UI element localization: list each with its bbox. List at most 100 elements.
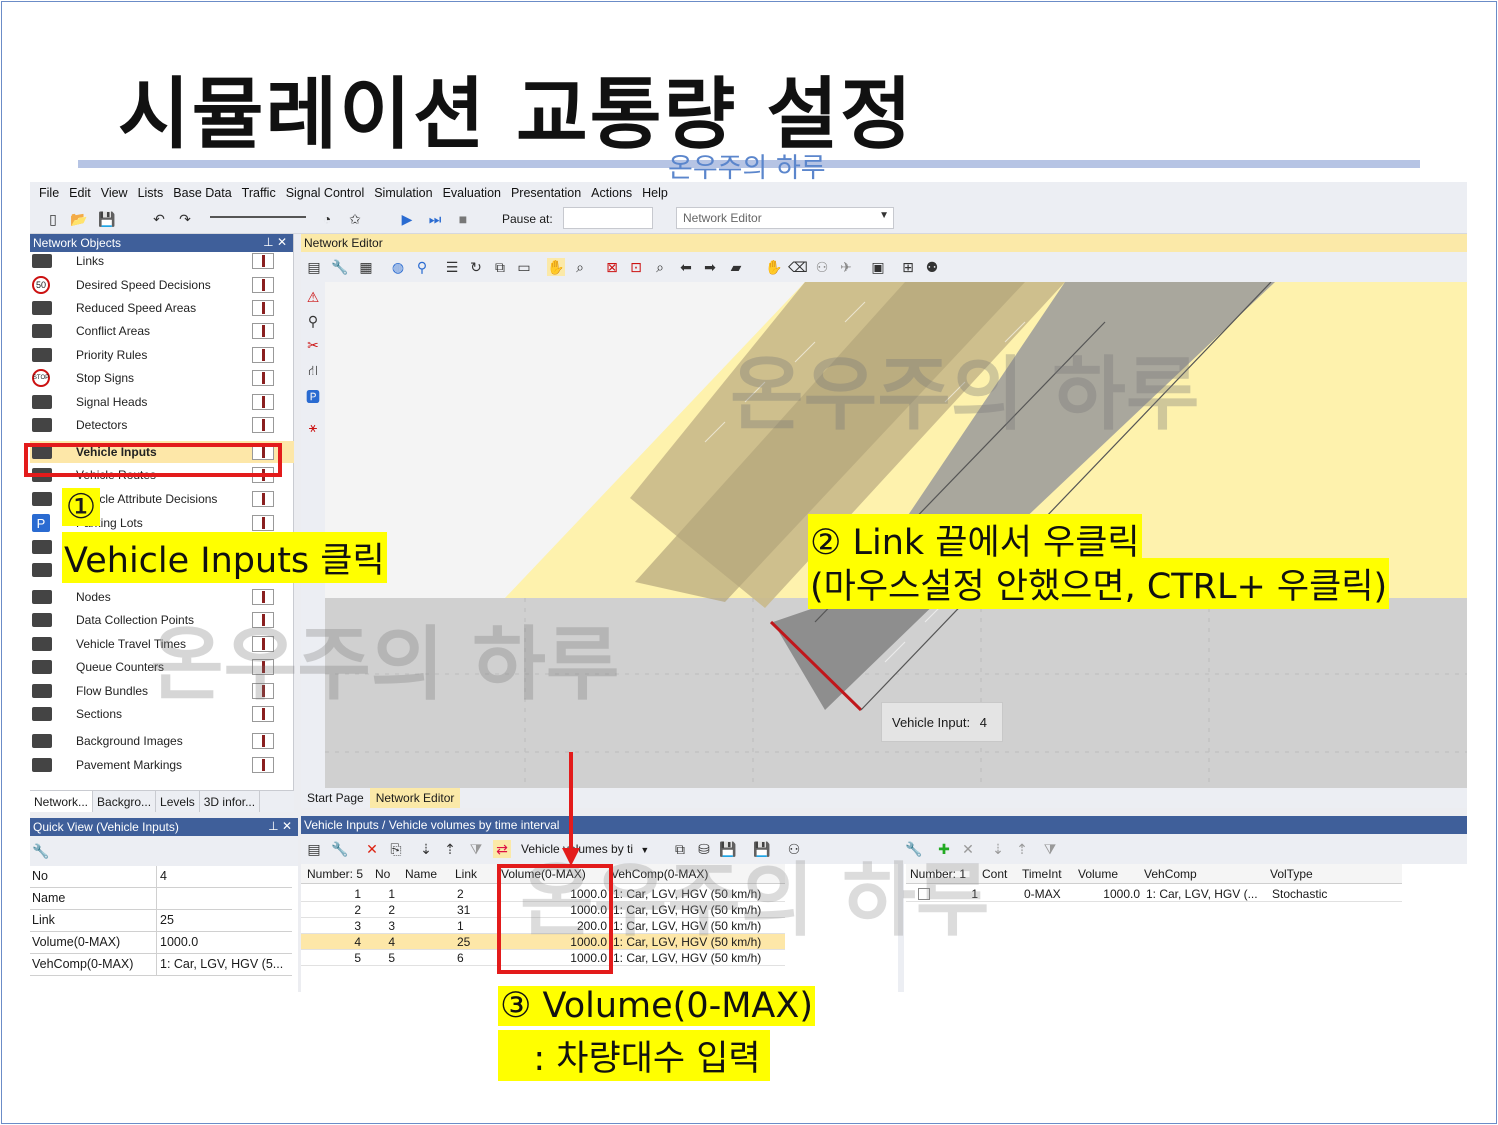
quick-view-row[interactable]: Volume(0-MAX) 1000.0 — [30, 932, 292, 954]
cell-voltype[interactable]: Stochastic — [1272, 887, 1327, 901]
cell-vehcomp[interactable]: 1: Car, LGV, HGV (... — [1146, 887, 1258, 901]
star-icon[interactable]: ✩ — [346, 210, 364, 228]
pedestrian-icon[interactable]: ⚇ — [813, 258, 831, 276]
visibility-toggle[interactable] — [252, 757, 274, 773]
zoom-select-icon[interactable]: ⌕ — [571, 258, 589, 276]
zoom-window-icon[interactable]: ⊡ — [627, 258, 645, 276]
cell-no[interactable]: 2 — [388, 903, 395, 917]
parking-tool-icon[interactable]: 🅿 — [304, 388, 322, 406]
quick-view-value[interactable]: 1000.0 — [160, 935, 198, 949]
tab-start-page[interactable]: Start Page — [301, 788, 370, 808]
forward-arrow-icon[interactable]: ➡ — [701, 258, 719, 276]
object-item-pavement-markings[interactable]: Pavement Markings — [30, 754, 294, 776]
cell-timeint[interactable]: 0-MAX — [1024, 887, 1061, 901]
object-item-detectors[interactable]: Detectors — [30, 414, 294, 436]
pan-hand-icon[interactable]: ✋ — [547, 258, 565, 276]
cell-no[interactable]: 1 — [388, 887, 395, 901]
save-icon[interactable]: 💾 — [98, 210, 116, 228]
cell-link[interactable]: 31 — [457, 903, 470, 917]
wrench-icon[interactable]: 🔧 — [331, 840, 349, 858]
cell-n[interactable]: 2 — [354, 903, 361, 917]
tab-levels[interactable]: Levels — [156, 791, 200, 812]
pin-close-icon[interactable]: ⊥ ✕ — [263, 235, 287, 249]
quick-view-value[interactable]: 1: Car, LGV, HGV (5... — [160, 957, 283, 971]
object-item-reduced-speed-areas[interactable]: Reduced Speed Areas — [30, 297, 294, 319]
quick-view-value[interactable]: 25 — [160, 913, 174, 927]
column-header[interactable]: VehComp — [1144, 867, 1197, 881]
menu-view[interactable]: View — [96, 186, 133, 200]
visibility-toggle[interactable] — [252, 347, 274, 363]
quick-view-row[interactable]: No 4 — [30, 866, 292, 888]
pin-close-icon[interactable]: ⊥ ✕ — [268, 819, 292, 833]
open-folder-icon[interactable]: 📂 — [70, 210, 88, 228]
step-icon[interactable]: ⏭ — [426, 210, 444, 228]
visibility-toggle[interactable] — [252, 323, 274, 339]
visibility-toggle[interactable] — [252, 300, 274, 316]
delete-icon[interactable]: ✕ — [363, 840, 381, 858]
cell-link[interactable]: 6 — [457, 951, 464, 965]
list-icon[interactable]: ☰ — [443, 258, 461, 276]
copy-icon[interactable]: ⧉ — [491, 258, 509, 276]
cell-n[interactable]: 4 — [354, 935, 361, 949]
quick-view-row[interactable]: Link 25 — [30, 910, 292, 932]
redo-icon[interactable]: ↷ — [176, 210, 194, 228]
plane-icon[interactable]: ✈ — [837, 258, 855, 276]
cell-vehcomp[interactable]: 1: Car, LGV, HGV (50 km/h) — [613, 951, 761, 965]
menu-traffic[interactable]: Traffic — [237, 186, 281, 200]
menu-edit[interactable]: Edit — [64, 186, 96, 200]
editor-type-select[interactable]: Network Editor ▼ — [676, 207, 894, 229]
object-item-signal-heads[interactable]: Signal Heads — [30, 391, 294, 413]
zoom-extent-icon[interactable]: ⊠ — [603, 258, 621, 276]
menu-signal-control[interactable]: Signal Control — [281, 186, 370, 200]
menu-evaluation[interactable]: Evaluation — [438, 186, 506, 200]
pause-at-input[interactable] — [563, 207, 653, 229]
menu-simulation[interactable]: Simulation — [369, 186, 437, 200]
column-header[interactable]: Number: 5 — [307, 867, 363, 881]
menu-presentation[interactable]: Presentation — [506, 186, 586, 200]
visibility-toggle[interactable] — [252, 515, 274, 531]
undo-icon[interactable]: ↶ — [150, 210, 168, 228]
column-header[interactable]: Name — [405, 867, 437, 881]
map-pin-icon[interactable]: ⚲ — [413, 258, 431, 276]
camera-move-icon[interactable]: ▰ — [727, 258, 745, 276]
cell-link[interactable]: 25 — [457, 935, 470, 949]
road-icon[interactable]: ⛙ — [304, 362, 322, 380]
object-item-links[interactable]: Links — [30, 250, 294, 272]
cell-n[interactable]: 1 — [354, 887, 361, 901]
column-header[interactable]: VolType — [1270, 867, 1313, 881]
object-item-stop-signs[interactable]: STOP Stop Signs — [30, 367, 294, 389]
menu-actions[interactable]: Actions — [586, 186, 637, 200]
visibility-toggle[interactable] — [252, 277, 274, 293]
eraser-icon[interactable]: ⌫ — [788, 258, 808, 276]
quick-view-row[interactable]: Name — [30, 888, 292, 910]
new-file-icon[interactable]: ▯ — [44, 210, 62, 228]
sort-ascending-icon[interactable]: ⇣ — [989, 840, 1007, 858]
layout-icon[interactable]: ▤ — [305, 258, 323, 276]
clipboard-icon[interactable]: ▭ — [515, 258, 533, 276]
tab-network[interactable]: Network... — [30, 791, 94, 812]
globe-icon[interactable]: ◍ — [389, 258, 407, 276]
menu-lists[interactable]: Lists — [133, 186, 169, 200]
column-header[interactable]: Link — [455, 867, 477, 881]
layout-icon[interactable]: ▤ — [305, 840, 323, 858]
visibility-toggle[interactable] — [252, 491, 274, 507]
sync-icon[interactable]: ⇄ — [493, 840, 511, 858]
cell-n[interactable]: 5 — [354, 951, 361, 965]
back-arrow-icon[interactable]: ⬅ — [677, 258, 695, 276]
quick-view-row[interactable]: VehComp(0-MAX) 1: Car, LGV, HGV (5... — [30, 954, 292, 976]
cell-no[interactable]: 5 — [388, 951, 395, 965]
warning-icon[interactable]: ⚠ — [304, 288, 322, 306]
visibility-toggle[interactable] — [252, 733, 274, 749]
visibility-toggle[interactable] — [252, 417, 274, 433]
speed-gauge-icon[interactable]: ◔ — [318, 210, 336, 228]
sort-descending-icon[interactable]: ⇡ — [1013, 840, 1031, 858]
refresh-icon[interactable]: ↻ — [467, 258, 485, 276]
hand-icon[interactable]: ✋ — [765, 258, 783, 276]
sort-ascending-icon[interactable]: ⇣ — [417, 840, 435, 858]
wrench-icon[interactable]: 🔧 — [32, 842, 50, 860]
3d-view-icon[interactable]: ⚉ — [923, 258, 941, 276]
menu-file[interactable]: File — [34, 186, 64, 200]
wrench-icon[interactable]: 🔧 — [331, 258, 349, 276]
sort-descending-icon[interactable]: ⇡ — [441, 840, 459, 858]
3d-mode-icon[interactable]: ⊞ — [899, 258, 917, 276]
